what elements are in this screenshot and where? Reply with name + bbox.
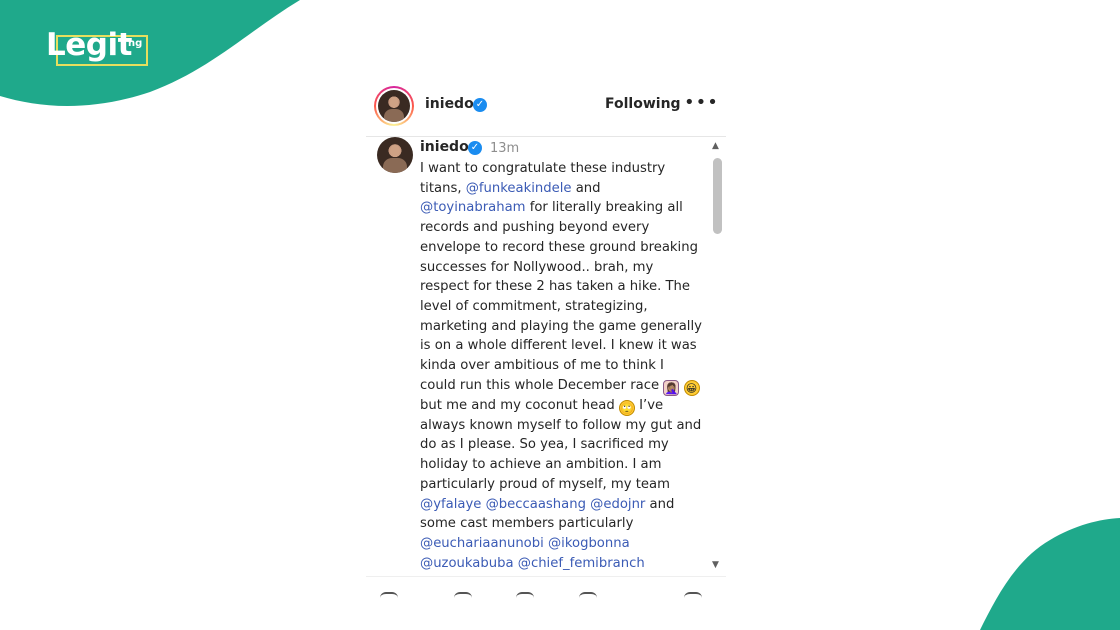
caption-avatar[interactable] xyxy=(377,137,413,173)
like-icon[interactable] xyxy=(380,592,398,598)
verified-badge-icon: ✓ xyxy=(473,98,487,112)
header-username[interactable]: iniedo xyxy=(425,96,474,112)
mention-link[interactable]: @chief_femibranch xyxy=(518,556,645,571)
mention-link[interactable]: @yfalaye xyxy=(420,497,481,512)
mention-link[interactable]: @beccaashang xyxy=(486,497,586,512)
grinning-emoji: 😀 xyxy=(683,379,700,396)
brand-wave-top-left xyxy=(0,0,300,106)
mention-link[interactable]: @toyinabraham xyxy=(420,200,526,215)
comment-icon[interactable] xyxy=(454,592,472,598)
menu-icon[interactable] xyxy=(684,592,702,598)
logo-text: Legit xyxy=(46,27,132,63)
avatar xyxy=(378,90,410,122)
caption-text: and xyxy=(571,180,601,196)
mention-link[interactable]: @edojnr xyxy=(590,497,645,512)
caption-username[interactable]: iniedo xyxy=(420,139,469,155)
logo-suffix: ng xyxy=(128,38,143,49)
action-icons-row xyxy=(366,592,726,598)
post-timestamp[interactable]: 13m xyxy=(490,141,519,156)
save-icon[interactable] xyxy=(579,592,597,598)
mention-link[interactable]: @funkeakindele xyxy=(466,181,572,196)
mention-link[interactable]: @ikogbonna xyxy=(548,536,630,551)
instagram-post-panel: iniedo ✓ Following ••• iniedo ✓ 13m I wa… xyxy=(366,86,726,598)
story-ring[interactable] xyxy=(374,86,414,126)
mention-link[interactable]: @uzoukabuba xyxy=(420,556,514,571)
caption-text: for literally breaking all records and p… xyxy=(420,200,702,393)
scroll-down-arrow-icon[interactable]: ▼ xyxy=(712,560,719,570)
post-header: iniedo ✓ Following ••• xyxy=(366,86,726,137)
scrollbar-thumb[interactable] xyxy=(713,158,722,234)
legit-logo: Legit xyxy=(46,27,132,63)
mention-link[interactable]: @euchariaanunobi xyxy=(420,536,544,551)
following-button[interactable]: Following xyxy=(605,96,681,112)
facepalm-emoji: 🤦🏽‍♀️ xyxy=(663,379,680,396)
post-caption: I want to congratulate these industry ti… xyxy=(420,159,702,573)
caption-text: but me and my coconut head xyxy=(420,397,619,413)
caption-text xyxy=(679,378,683,393)
more-options-icon[interactable]: ••• xyxy=(684,92,719,113)
eye-roll-emoji: 🙄 xyxy=(618,399,635,416)
scroll-up-arrow-icon[interactable]: ▲ xyxy=(712,141,719,151)
share-icon[interactable] xyxy=(516,592,534,598)
brand-wave-bottom-right xyxy=(980,518,1120,630)
verified-badge-icon: ✓ xyxy=(468,141,482,155)
